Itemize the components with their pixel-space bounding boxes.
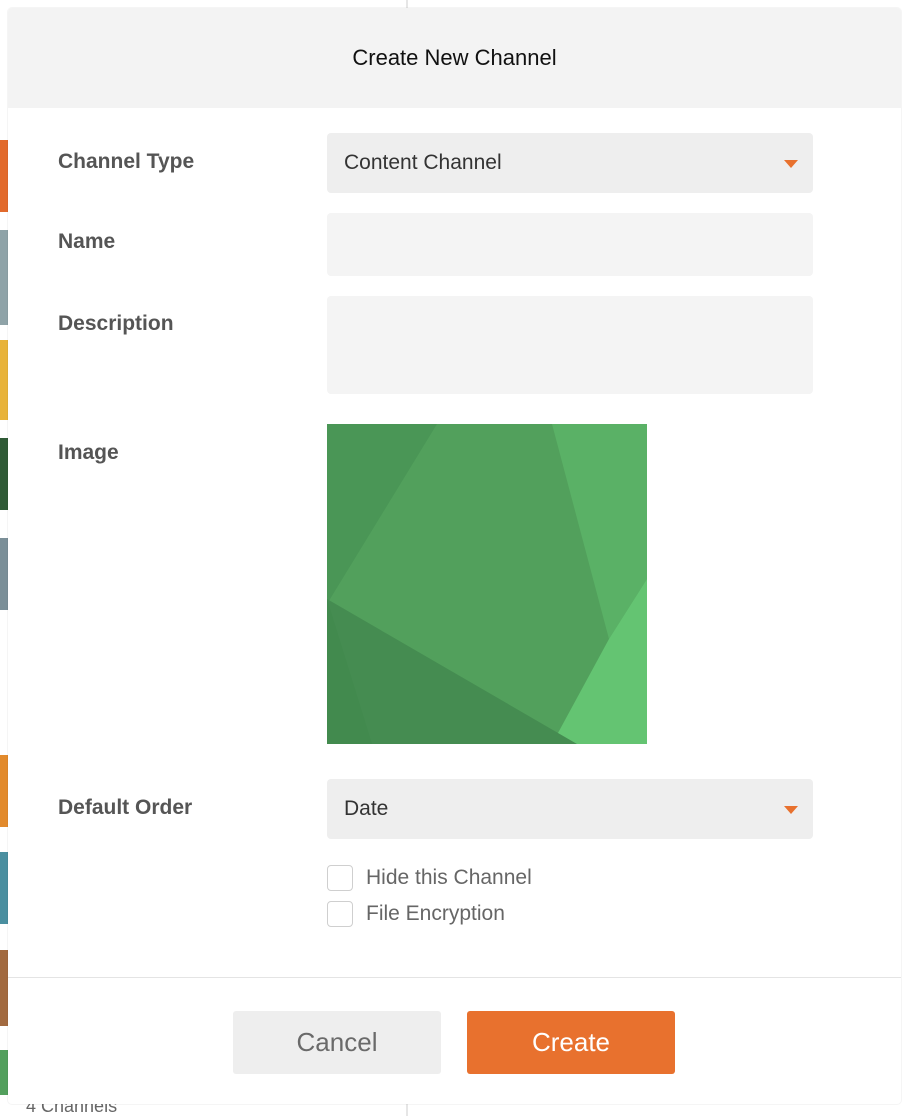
description-label: Description bbox=[58, 312, 174, 335]
background-thumbnail bbox=[0, 755, 8, 827]
channel-image-picker[interactable] bbox=[327, 424, 647, 744]
background-thumbnail bbox=[0, 1050, 8, 1095]
create-button[interactable]: Create bbox=[467, 1011, 675, 1074]
background-thumbnail bbox=[0, 438, 8, 510]
background-thumbnail bbox=[0, 950, 8, 1026]
default-order-select[interactable]: Date bbox=[327, 779, 813, 839]
modal-header: Create New Channel bbox=[8, 8, 901, 108]
name-input[interactable] bbox=[327, 213, 813, 276]
hide-channel-checkbox[interactable] bbox=[327, 865, 353, 891]
background-thumbnail bbox=[0, 140, 8, 212]
description-input[interactable] bbox=[327, 296, 813, 394]
background-thumbnail bbox=[0, 852, 8, 924]
file-encryption-checkbox[interactable] bbox=[327, 901, 353, 927]
background-thumbnail bbox=[0, 538, 8, 610]
channel-type-select[interactable]: Content Channel bbox=[327, 133, 813, 193]
file-encryption-option[interactable]: File Encryption bbox=[327, 901, 505, 927]
default-order-label: Default Order bbox=[58, 796, 193, 819]
background-thumbnail bbox=[0, 230, 8, 325]
create-channel-modal: Create New Channel Channel Type Content … bbox=[8, 8, 901, 1104]
channel-image bbox=[327, 424, 647, 744]
footer-divider bbox=[8, 977, 901, 978]
caret-down-icon bbox=[784, 160, 798, 168]
hide-channel-option[interactable]: Hide this Channel bbox=[327, 865, 532, 891]
name-label: Name bbox=[58, 230, 116, 253]
background-thumbnail bbox=[0, 340, 8, 420]
default-order-value: Date bbox=[344, 797, 389, 820]
channel-type-label: Channel Type bbox=[58, 150, 195, 173]
background-thumbnail-strip bbox=[0, 0, 8, 1116]
cancel-button[interactable]: Cancel bbox=[233, 1011, 441, 1074]
channel-type-value: Content Channel bbox=[344, 151, 502, 174]
image-label: Image bbox=[58, 441, 119, 464]
hide-channel-label: Hide this Channel bbox=[366, 866, 532, 889]
modal-title: Create New Channel bbox=[352, 45, 557, 70]
file-encryption-label: File Encryption bbox=[366, 902, 505, 925]
caret-down-icon bbox=[784, 806, 798, 814]
